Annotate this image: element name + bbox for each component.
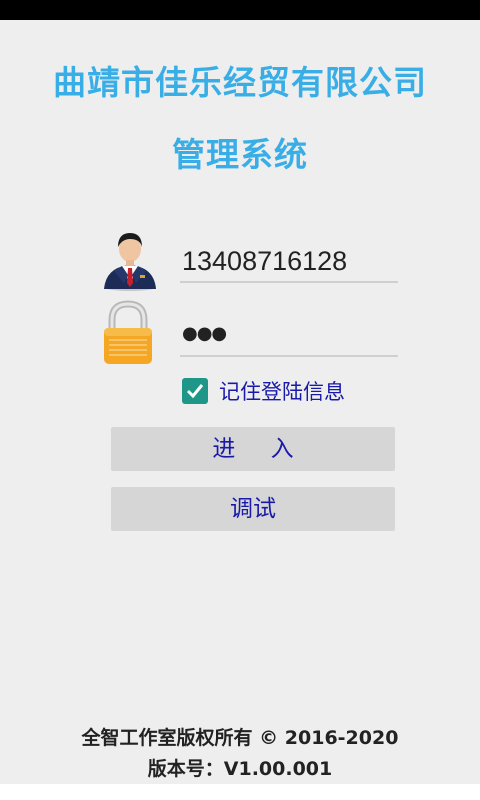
remember-login-option[interactable]: 记住登陆信息 bbox=[182, 376, 345, 406]
bottom-bar bbox=[0, 784, 480, 800]
padlock-icon bbox=[104, 300, 152, 364]
username-input[interactable]: 13408716128 bbox=[180, 239, 398, 283]
login-screen: 曲靖市佳乐经贸有限公司 管理系统 13408716128 ●●● 记住登陆信息 … bbox=[0, 20, 480, 784]
remember-checkbox[interactable] bbox=[182, 378, 208, 404]
checkmark-icon bbox=[186, 384, 204, 399]
copyright-text: 全智工作室版权所有 © 2016-2020 bbox=[81, 727, 399, 749]
system-title: 管理系统 bbox=[172, 135, 308, 174]
debug-button[interactable]: 调试 bbox=[111, 487, 395, 531]
version-text: 版本号：V1.00.001 bbox=[147, 758, 333, 780]
password-mask: ●●● bbox=[182, 323, 227, 344]
company-title: 曲靖市佳乐经贸有限公司 bbox=[53, 63, 427, 102]
user-avatar-icon bbox=[104, 233, 156, 291]
login-button[interactable]: 进 入 bbox=[111, 427, 395, 471]
remember-label: 记住登陆信息 bbox=[219, 380, 345, 404]
